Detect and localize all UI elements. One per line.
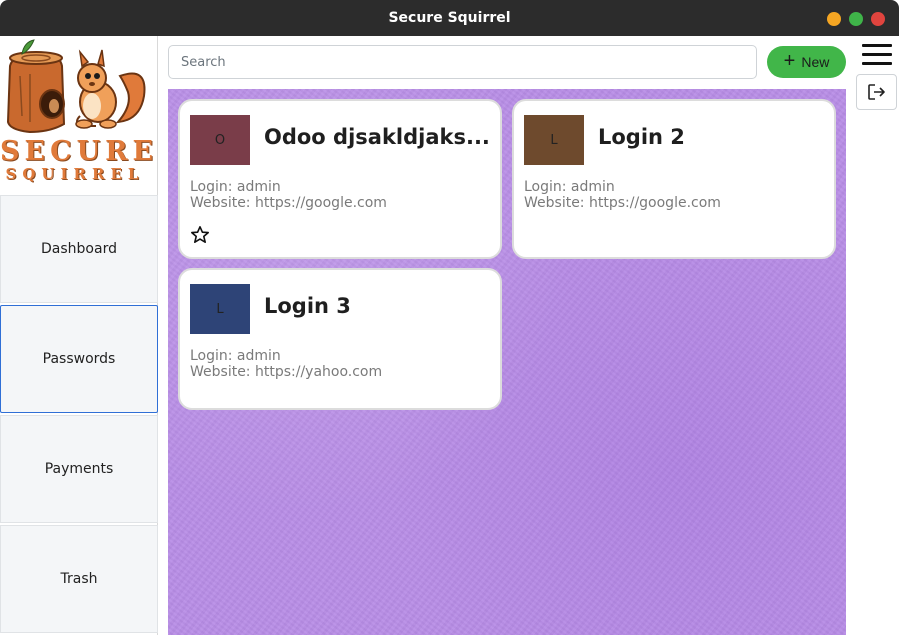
card-title: Odoo djsakldjaks... bbox=[264, 125, 490, 149]
window-titlebar: Secure Squirrel bbox=[0, 0, 899, 36]
password-card[interactable]: O Odoo djsakldjaks... Login: admin Websi… bbox=[178, 99, 502, 259]
card-login: Login: admin bbox=[190, 179, 281, 195]
logout-button[interactable] bbox=[856, 74, 897, 110]
star-outline-icon[interactable] bbox=[190, 225, 210, 245]
avatar: L bbox=[524, 115, 584, 165]
plus-icon: + bbox=[783, 50, 796, 72]
sidebar-item-passwords[interactable]: Passwords bbox=[0, 305, 158, 413]
search-input[interactable] bbox=[168, 45, 757, 79]
password-card[interactable]: L Login 2 Login: admin Website: https://… bbox=[512, 99, 836, 259]
logo-text-line1: SECURE bbox=[0, 136, 159, 167]
card-title: Login 2 bbox=[598, 125, 685, 149]
new-button[interactable]: + New bbox=[767, 46, 846, 78]
avatar: O bbox=[190, 115, 250, 165]
card-website: Website: https://yahoo.com bbox=[190, 364, 383, 380]
maximize-button[interactable] bbox=[849, 12, 863, 26]
sidebar-item-dashboard[interactable]: Dashboard bbox=[0, 195, 158, 303]
logout-icon bbox=[867, 84, 885, 100]
new-button-label: New bbox=[801, 54, 830, 70]
app-logo: SECURE SQUIRREL bbox=[0, 36, 158, 196]
logo-text-line2: SQUIRREL bbox=[5, 165, 145, 183]
card-login: Login: admin bbox=[190, 348, 281, 364]
password-grid: O Odoo djsakldjaks... Login: admin Websi… bbox=[168, 89, 846, 635]
password-card[interactable]: L Login 3 Login: admin Website: https://… bbox=[178, 268, 502, 410]
sidebar: SECURE SQUIRREL Dashboard Passwords Paym… bbox=[0, 36, 158, 635]
card-title: Login 3 bbox=[264, 294, 351, 318]
sidebar-item-payments[interactable]: Payments bbox=[0, 415, 158, 523]
card-website: Website: https://google.com bbox=[190, 195, 387, 211]
avatar: L bbox=[190, 284, 250, 334]
minimize-button[interactable] bbox=[827, 12, 841, 26]
card-login: Login: admin bbox=[524, 179, 615, 195]
card-website: Website: https://google.com bbox=[524, 195, 721, 211]
squirrel-logo-icon bbox=[6, 39, 146, 134]
close-button[interactable] bbox=[871, 12, 885, 26]
window-title: Secure Squirrel bbox=[388, 10, 511, 26]
sidebar-item-trash[interactable]: Trash bbox=[0, 525, 158, 633]
menu-icon[interactable] bbox=[862, 44, 892, 66]
